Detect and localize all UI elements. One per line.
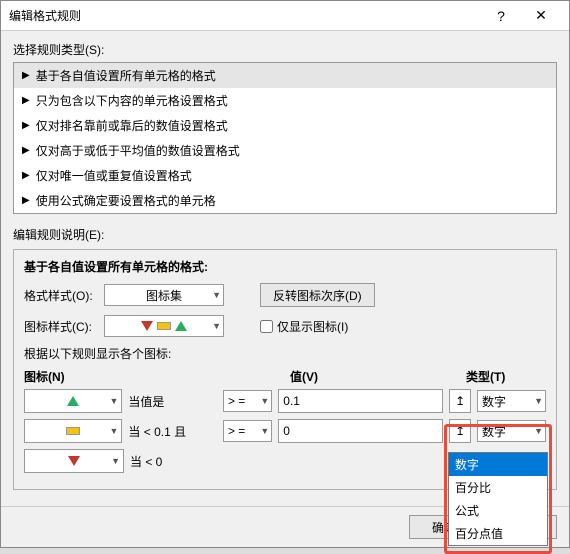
dialog-content: 选择规则类型(S): ▶ 基于各自值设置所有单元格的格式 ▶ 只为包含以下内容的… — [1, 31, 569, 506]
rule-type-text: 仅对排名靠前或靠后的数值设置格式 — [36, 117, 228, 134]
show-icon-only-input[interactable] — [260, 320, 273, 333]
help-button[interactable]: ? — [481, 8, 521, 24]
rule-type-item[interactable]: ▶ 只为包含以下内容的单元格设置格式 — [14, 88, 556, 113]
rule-description-box: 基于各自值设置所有单元格的格式: 格式样式(O): 图标集 ▼ 反转图标次序(D… — [13, 249, 557, 490]
titlebar: 编辑格式规则 ? ✕ — [1, 1, 569, 31]
up-arrow-icon: ↥ — [455, 424, 465, 438]
chevron-down-icon: ▼ — [260, 396, 269, 406]
rule-type-text: 仅对唯一值或重复值设置格式 — [36, 167, 192, 184]
value-input[interactable] — [278, 389, 443, 413]
col-value-header: 值(V) — [290, 368, 430, 385]
rect-yellow-icon — [66, 427, 80, 435]
operator-value: > = — [228, 394, 245, 408]
condition-label: 当 < 0 — [130, 453, 220, 470]
rules-note-label: 根据以下规则显示各个图标: — [24, 345, 546, 362]
edit-format-rule-dialog: 编辑格式规则 ? ✕ 选择规则类型(S): ▶ 基于各自值设置所有单元格的格式 … — [0, 0, 570, 548]
icon-column-headers: 图标(N) 值(V) 类型(T) — [24, 368, 546, 385]
show-icon-only-label: 仅显示图标(I) — [277, 318, 348, 335]
close-button[interactable]: ✕ — [521, 7, 561, 24]
format-style-label: 格式样式(O): — [24, 287, 96, 304]
condition-label: 当值是 — [128, 393, 217, 410]
format-style-row: 格式样式(O): 图标集 ▼ 反转图标次序(D) — [24, 283, 546, 307]
icon-rule-row: ▼ 当值是 > = ▼ ↥ 数字 ▼ — [24, 389, 546, 413]
icon-rule-row: ▼ 当 < 0.1 且 > = ▼ ↥ 数字 ▼ — [24, 419, 546, 443]
triangle-up-green-icon — [175, 321, 187, 331]
icon-picker[interactable]: ▼ — [24, 419, 122, 443]
rule-type-text: 基于各自值设置所有单元格的格式 — [36, 67, 216, 84]
rule-type-item[interactable]: ▶ 仅对唯一值或重复值设置格式 — [14, 163, 556, 188]
triangle-down-red-icon — [68, 456, 80, 466]
rule-type-item[interactable]: ▶ 仅对高于或低于平均值的数值设置格式 — [14, 138, 556, 163]
arrow-icon: ▶ — [22, 195, 30, 206]
arrow-icon: ▶ — [22, 120, 30, 131]
chevron-down-icon: ▼ — [212, 290, 221, 300]
edit-description-label: 编辑规则说明(E): — [13, 226, 557, 243]
rule-type-text: 仅对高于或低于平均值的数值设置格式 — [36, 142, 240, 159]
chevron-down-icon: ▼ — [111, 456, 120, 466]
type-option[interactable]: 百分比 — [449, 476, 547, 499]
show-icon-only-checkbox[interactable]: 仅显示图标(I) — [260, 318, 348, 335]
operator-combo[interactable]: > = ▼ — [223, 390, 272, 412]
rule-type-item[interactable]: ▶ 基于各自值设置所有单元格的格式 — [14, 63, 556, 88]
format-style-combo[interactable]: 图标集 ▼ — [104, 284, 224, 306]
range-select-button[interactable]: ↥ — [449, 389, 471, 413]
rule-type-text: 只为包含以下内容的单元格设置格式 — [36, 92, 228, 109]
icon-style-label: 图标样式(C): — [24, 318, 96, 335]
reverse-icon-order-button[interactable]: 反转图标次序(D) — [260, 283, 375, 307]
icon-picker[interactable]: ▼ — [24, 389, 122, 413]
up-arrow-icon: ↥ — [455, 394, 465, 408]
value-input[interactable] — [278, 419, 443, 443]
type-dropdown[interactable]: 数字 百分比 公式 百分点值 — [448, 452, 548, 546]
format-style-value: 图标集 — [146, 287, 182, 304]
dialog-title: 编辑格式规则 — [9, 7, 481, 24]
chevron-down-icon: ▼ — [109, 396, 118, 406]
icon-style-row: 图标样式(C): ▼ 仅显示图标(I) — [24, 315, 546, 337]
arrow-icon: ▶ — [22, 145, 30, 156]
col-icon-header: 图标(N) — [24, 368, 130, 385]
type-combo[interactable]: 数字 ▼ — [477, 390, 546, 412]
rect-yellow-icon — [157, 322, 171, 330]
type-option[interactable]: 公式 — [449, 499, 547, 522]
arrow-icon: ▶ — [22, 170, 30, 181]
rule-type-item[interactable]: ▶ 仅对排名靠前或靠后的数值设置格式 — [14, 113, 556, 138]
rule-type-list[interactable]: ▶ 基于各自值设置所有单元格的格式 ▶ 只为包含以下内容的单元格设置格式 ▶ 仅… — [13, 62, 557, 214]
triangle-up-green-icon — [67, 396, 79, 406]
type-option[interactable]: 数字 — [449, 453, 547, 476]
format-all-cells-label: 基于各自值设置所有单元格的格式: — [24, 258, 546, 275]
chevron-down-icon: ▼ — [534, 396, 543, 406]
chevron-down-icon: ▼ — [260, 426, 269, 436]
type-option[interactable]: 百分点值 — [449, 522, 547, 545]
rule-type-text: 使用公式确定要设置格式的单元格 — [36, 192, 216, 209]
type-combo[interactable]: 数字 ▼ — [477, 420, 546, 442]
col-type-header: 类型(T) — [466, 368, 546, 385]
condition-label: 当 < 0.1 且 — [128, 423, 217, 440]
chevron-down-icon: ▼ — [534, 426, 543, 436]
operator-value: > = — [228, 424, 245, 438]
type-value: 数字 — [482, 423, 506, 440]
operator-combo[interactable]: > = ▼ — [223, 420, 272, 442]
icon-style-combo[interactable]: ▼ — [104, 315, 224, 337]
rule-type-item[interactable]: ▶ 使用公式确定要设置格式的单元格 — [14, 188, 556, 213]
icon-picker[interactable]: ▼ — [24, 449, 124, 473]
arrow-icon: ▶ — [22, 95, 30, 106]
arrow-icon: ▶ — [22, 70, 30, 81]
chevron-down-icon: ▼ — [109, 426, 118, 436]
select-rule-type-label: 选择规则类型(S): — [13, 41, 557, 58]
range-select-button[interactable]: ↥ — [449, 419, 471, 443]
triangle-down-red-icon — [141, 321, 153, 331]
chevron-down-icon: ▼ — [212, 321, 221, 331]
type-value: 数字 — [482, 393, 506, 410]
reverse-order-label: 反转图标次序(D) — [273, 287, 362, 304]
